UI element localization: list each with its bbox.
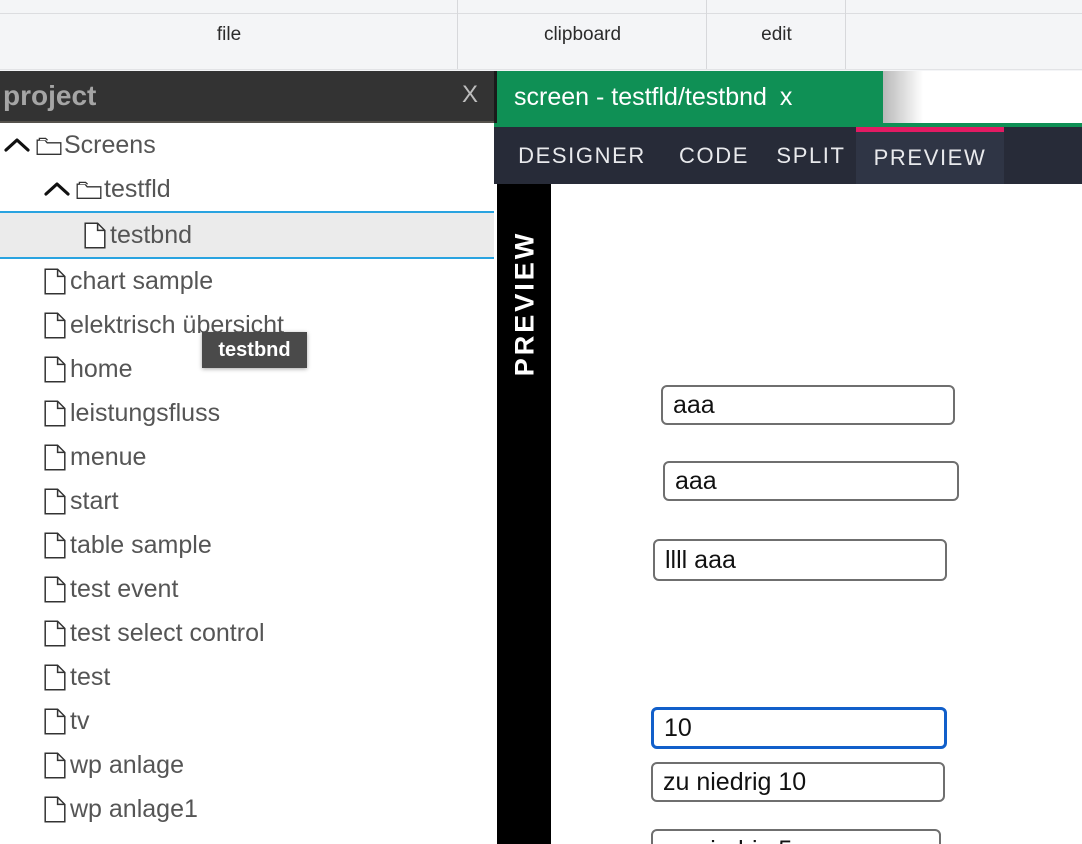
tree-row-label: home <box>70 354 133 383</box>
tree-row-label: leistungsfluss <box>70 398 221 427</box>
tree-row-label: test event <box>70 574 179 603</box>
document-icon <box>40 611 70 655</box>
preview-side-bar-label: PREVIEW <box>509 230 540 377</box>
tree-row-label: tv <box>70 706 90 735</box>
tab-split[interactable]: SPLIT <box>766 127 856 184</box>
tooltip: testbnd <box>202 332 307 368</box>
tree-row[interactable]: chart sample <box>0 259 494 303</box>
tree-row[interactable]: wp anlage1 <box>0 787 494 831</box>
document-icon <box>40 567 70 611</box>
document-icon <box>40 743 70 787</box>
tab-designer[interactable]: DESIGNER <box>506 127 658 184</box>
ribbon-tab-clipboard-label: clipboard <box>543 24 622 45</box>
document-icon <box>40 259 70 303</box>
editor-tab-strip: screen - testfld/testbnd x <box>494 71 1082 123</box>
tree-row[interactable]: table sample <box>0 523 494 567</box>
tree-row-label: table sample <box>70 530 212 559</box>
tree-row[interactable]: wp anlage <box>0 743 494 787</box>
preview-side-bar: PREVIEW <box>497 184 551 844</box>
tab-code[interactable]: CODE <box>662 127 766 184</box>
document-icon <box>80 213 110 257</box>
project-panel: project X Screens testfld testbnd chart sam… <box>0 71 494 844</box>
tree-row-label: wp anlage <box>70 750 184 779</box>
ribbon-bottom-divider <box>0 69 1082 70</box>
close-icon[interactable]: X <box>462 83 478 107</box>
tree-row[interactable]: tv <box>0 699 494 743</box>
project-tree: Screens testfld testbnd chart sample elektri… <box>0 123 494 844</box>
document-icon <box>40 435 70 479</box>
tree-row[interactable]: test event <box>0 567 494 611</box>
tab-preview-label: PREVIEW <box>873 145 987 170</box>
folder-icon <box>34 123 64 167</box>
document-icon <box>40 523 70 567</box>
ribbon-tab-clipboard[interactable]: clipboard <box>458 0 707 70</box>
preview-input-4[interactable]: 10 <box>651 707 947 749</box>
editor-tab-screen[interactable]: screen - testfld/testbnd x <box>497 71 883 123</box>
ribbon-tab-empty[interactable] <box>846 0 1082 70</box>
document-icon <box>40 303 70 347</box>
close-icon[interactable]: x <box>780 83 793 112</box>
tree-row-label: test <box>70 662 111 691</box>
tree-row-label: wp anlage1 <box>70 794 198 823</box>
tree-row[interactable]: start <box>0 479 494 523</box>
tree-row-label: Screens <box>64 130 156 159</box>
editor-tab-title: screen - testfld/testbnd <box>514 82 767 111</box>
tree-row[interactable]: testbnd <box>0 211 494 259</box>
tab-split-label: SPLIT <box>776 142 846 168</box>
tree-row-label: start <box>70 486 119 515</box>
tab-code-label: CODE <box>679 142 749 168</box>
project-panel-header: project X <box>0 71 494 123</box>
tree-row-label: testfld <box>104 174 171 203</box>
editor-area: screen - testfld/testbnd x DESIGNER CODE… <box>494 71 1082 844</box>
folder-icon <box>74 167 104 211</box>
editor-tab-shadow <box>883 71 923 123</box>
preview-input-3[interactable]: llll aaa <box>653 539 947 581</box>
tree-row-label: test select control <box>70 618 265 647</box>
ribbon-tab-bar: file clipboard edit <box>0 0 1082 71</box>
project-panel-title: project <box>3 80 97 111</box>
tree-row-label: menue <box>70 442 147 471</box>
tree-row[interactable]: menue <box>0 435 494 479</box>
tab-designer-label: DESIGNER <box>518 142 646 168</box>
ribbon-tab-edit[interactable]: edit <box>707 0 846 70</box>
tree-row[interactable]: leistungsfluss <box>0 391 494 435</box>
tab-preview[interactable]: PREVIEW <box>856 127 1004 184</box>
preview-input-5[interactable]: zu niedrig 10 <box>651 762 945 802</box>
tree-row[interactable]: Screens <box>0 123 494 167</box>
chevron-up-icon[interactable] <box>0 123 34 167</box>
document-icon <box>40 787 70 831</box>
document-icon <box>40 699 70 743</box>
ribbon-tab-list: file clipboard edit <box>0 0 1082 70</box>
tree-row[interactable]: testfld <box>0 167 494 211</box>
preview-input-1[interactable]: aaa <box>661 385 955 425</box>
document-icon <box>40 391 70 435</box>
preview-input-2[interactable]: aaa <box>663 461 959 501</box>
app-window: file clipboard edit project X Screens te… <box>0 0 1082 844</box>
tree-row[interactable]: test <box>0 655 494 699</box>
preview-stage: PREVIEW aaa aaa llll aaa 10 zu niedrig 1… <box>494 184 1082 844</box>
document-icon <box>40 347 70 391</box>
document-icon <box>40 479 70 523</box>
preview-input-6[interactable]: zu niedrig 5 <box>651 829 941 844</box>
editor-mode-nav: DESIGNER CODE SPLIT PREVIEW <box>494 127 1082 184</box>
tree-row[interactable]: test select control <box>0 611 494 655</box>
tree-row-label: chart sample <box>70 266 214 295</box>
ribbon-tab-file-label: file <box>216 24 242 45</box>
ribbon-tab-file[interactable]: file <box>0 0 458 70</box>
tree-row-label: testbnd <box>110 220 193 249</box>
chevron-up-icon[interactable] <box>40 167 74 211</box>
document-icon <box>40 655 70 699</box>
ribbon-tab-edit-label: edit <box>761 24 792 45</box>
